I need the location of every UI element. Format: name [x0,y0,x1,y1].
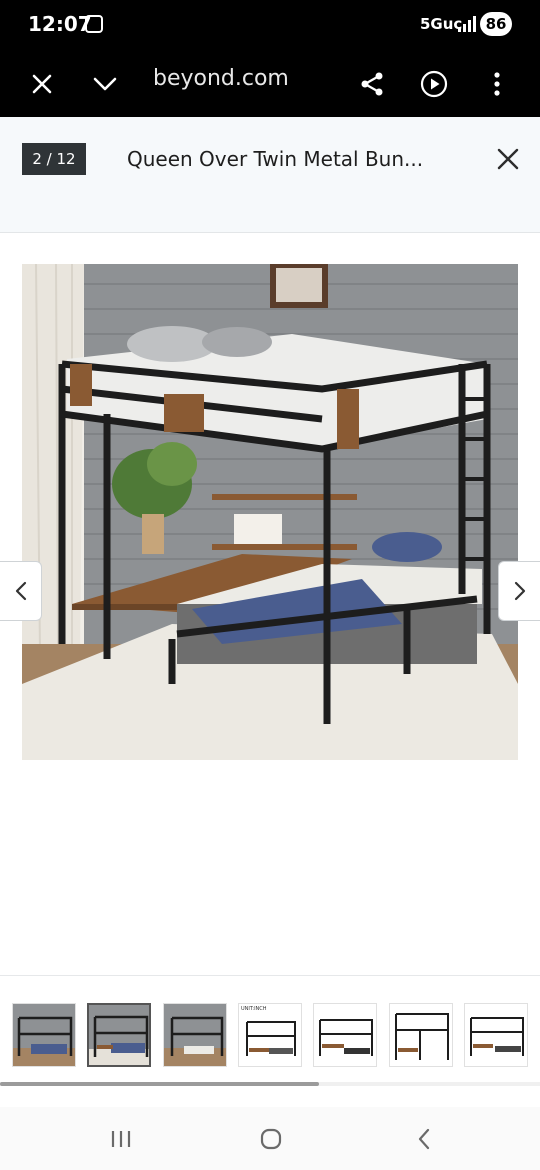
back-button[interactable] [406,1121,442,1157]
thumbnail-4[interactable]: UNIT:INCH [238,1003,302,1067]
status-bar: 12:07 5Guc 86 [0,0,540,50]
next-image-button[interactable] [498,561,540,621]
play-icon [420,70,448,98]
previous-image-button[interactable] [0,561,42,621]
bunk-bed-photo [22,264,518,760]
close-gallery-button[interactable] [490,141,526,177]
close-icon [32,74,52,94]
thumbnail-2[interactable] [87,1003,151,1067]
recent-apps-icon [111,1131,131,1147]
collapse-button[interactable] [83,62,127,106]
close-icon [497,148,519,170]
battery-indicator: 86 [480,12,512,36]
more-vertical-icon [494,72,500,96]
thumbnail-scrollbar[interactable] [0,1082,319,1086]
close-tab-button[interactable] [20,62,64,106]
product-title: Queen Over Twin Metal Bun... [127,147,424,171]
thumbnail-6[interactable] [389,1003,453,1067]
more-options-button[interactable] [475,62,519,106]
thumbnail-strip: UNIT:INCH [0,975,540,1105]
status-time: 12:07 [28,12,92,36]
signal-icon [458,16,476,32]
share-icon [361,72,383,96]
back-icon [418,1128,430,1150]
thumbnail-1[interactable] [12,1003,76,1067]
chevron-left-icon [15,581,26,601]
chevron-down-icon [93,77,117,91]
screenshot-icon [85,15,103,33]
product-image[interactable] [22,264,518,760]
share-button[interactable] [350,62,394,106]
url-text[interactable]: beyond.com [153,66,289,91]
chevron-right-icon [514,581,525,601]
gallery-header: 2 / 12 Queen Over Twin Metal Bun... [0,117,540,233]
thumbnail-3[interactable] [163,1003,227,1067]
recent-apps-button[interactable] [103,1121,139,1157]
play-button[interactable] [412,62,456,106]
system-nav-bar [0,1107,540,1170]
network-type: 5Guc [420,15,463,33]
home-icon [260,1128,282,1150]
home-button[interactable] [253,1121,289,1157]
thumbnail-5[interactable] [313,1003,377,1067]
thumbnail-7[interactable] [464,1003,528,1067]
browser-toolbar: beyond.com [0,50,540,117]
image-counter: 2 / 12 [22,143,86,175]
thumbnail-label: UNIT:INCH [241,1006,267,1012]
